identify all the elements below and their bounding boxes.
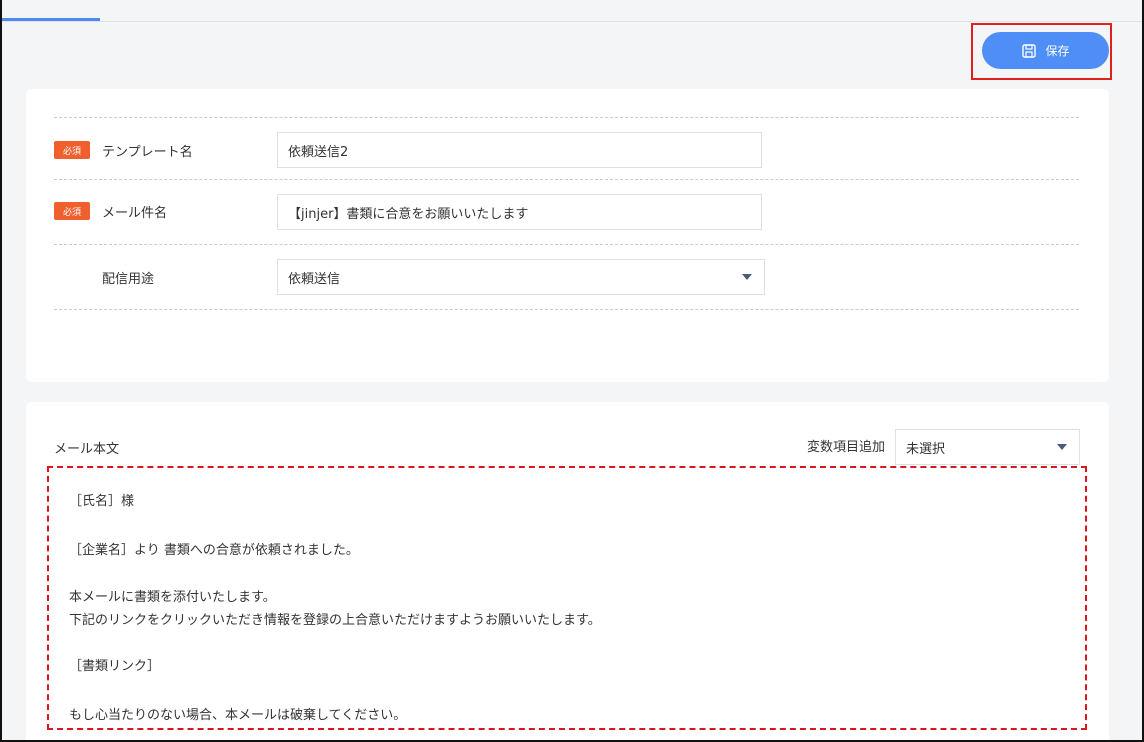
mail-body-textarea[interactable]: ［氏名］様 ［企業名］より 書類への合意が依頼されました。 本メールに書類を添付…	[47, 466, 1087, 730]
template-name-label: テンプレート名	[102, 145, 193, 160]
save-button-label: 保存	[1045, 44, 1070, 58]
body-line: ［氏名］様	[69, 494, 135, 509]
mail-body-label: メール本文	[54, 442, 120, 457]
mail-subject-value: 【jinjer】書類に合意をお願いいたします	[288, 206, 529, 222]
divider	[54, 309, 1079, 310]
variable-select[interactable]: 未選択	[895, 429, 1080, 465]
active-tab-indicator	[0, 18, 100, 21]
chevron-down-icon	[742, 274, 752, 280]
body-line: 下記のリンクをクリックいただき情報を登録の上合意いただけますようお願いいたします…	[69, 613, 601, 628]
delivery-use-select[interactable]: 依頼送信	[277, 259, 765, 295]
body-line: 本メールに書類を添付いたします。	[69, 590, 276, 605]
template-name-input[interactable]: 依頼送信2	[277, 132, 762, 168]
delivery-use-label: 配信用途	[102, 272, 155, 287]
divider	[54, 117, 1079, 118]
save-icon	[1022, 43, 1037, 58]
required-badge: 必須	[54, 202, 90, 220]
required-badge: 必須	[54, 141, 90, 159]
body-line: ［書類リンク］	[69, 659, 161, 674]
divider	[54, 244, 1079, 245]
body-line: ［企業名］より 書類への合意が依頼されました。	[69, 543, 359, 558]
body-line: もし心当たりのない場合、本メールは破棄してください。	[69, 708, 407, 723]
delivery-use-value: 依頼送信	[288, 271, 341, 287]
save-button[interactable]: 保存	[982, 32, 1109, 69]
variable-add-label: 変数項目追加	[807, 440, 886, 455]
tab-bar-divider	[0, 21, 1144, 22]
variable-select-value: 未選択	[906, 441, 946, 457]
chevron-down-icon	[1057, 444, 1067, 450]
mail-subject-input[interactable]: 【jinjer】書類に合意をお願いいたします	[277, 194, 762, 230]
template-name-value: 依頼送信2	[288, 144, 349, 160]
mail-subject-label: メール件名	[102, 206, 168, 221]
divider	[54, 179, 1079, 180]
